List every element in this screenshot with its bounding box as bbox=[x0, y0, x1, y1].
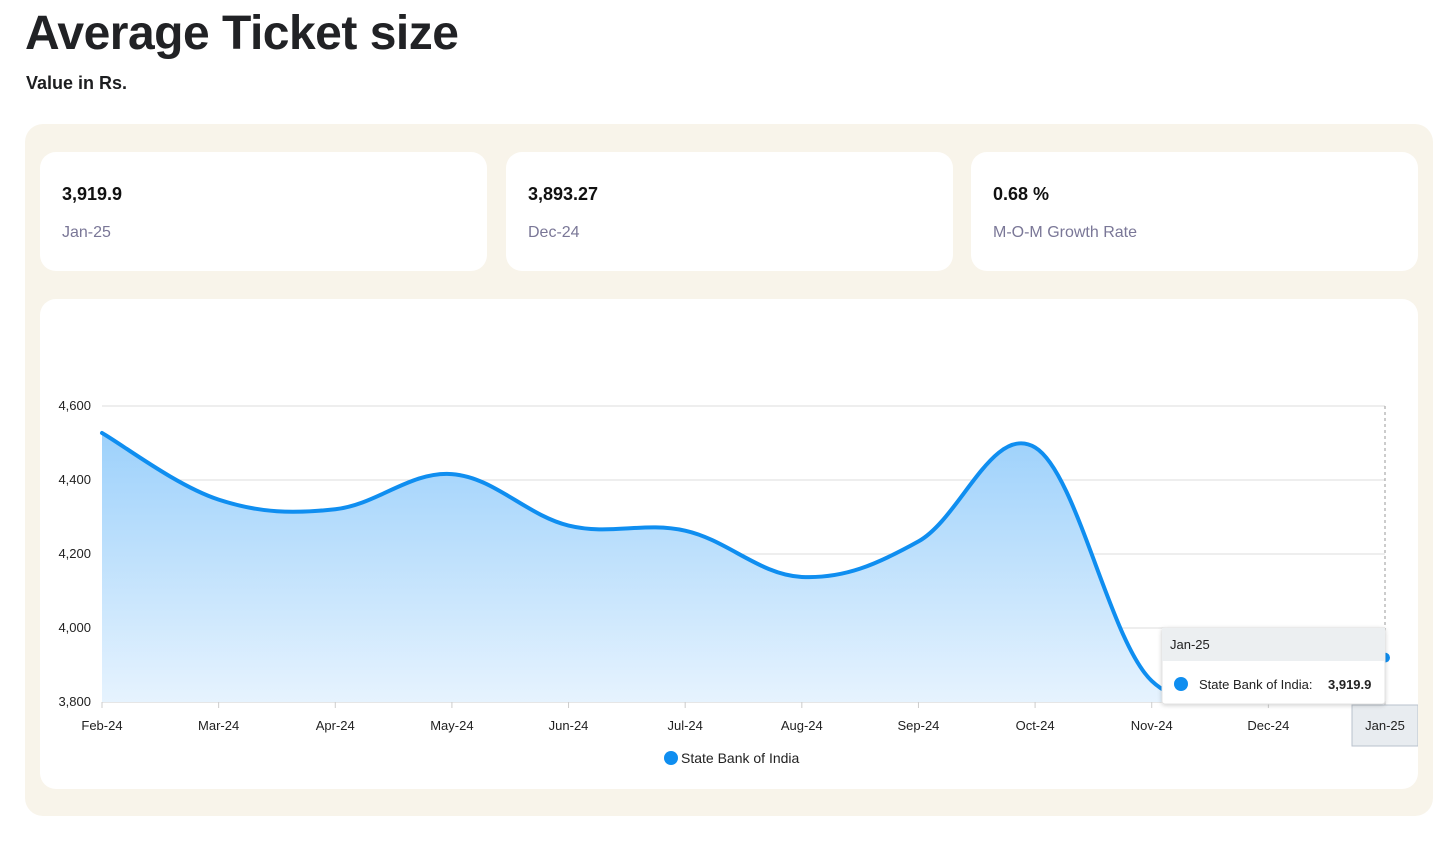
stat-label: Jan-25 bbox=[62, 224, 111, 241]
x-tick-label: Nov-24 bbox=[1131, 718, 1173, 733]
y-tick-label: 3,800 bbox=[58, 694, 91, 709]
y-tick-label: 4,400 bbox=[58, 472, 91, 487]
stat-value: 3,893.27 bbox=[528, 184, 599, 204]
page-subtitle: Value in Rs. bbox=[26, 73, 128, 93]
tooltip-series-marker bbox=[1174, 677, 1188, 691]
x-tick-label: Jun-24 bbox=[549, 718, 589, 733]
page-title: Average Ticket size bbox=[25, 7, 459, 60]
x-tick-label: May-24 bbox=[430, 718, 473, 733]
tooltip-value: 3,919.9 bbox=[1328, 677, 1371, 692]
dashboard-panel: 3,919.9 Jan-25 3,893.27 Dec-24 0.68 % M-… bbox=[25, 124, 1433, 816]
x-tick-label: Jan-25 bbox=[1365, 718, 1405, 733]
x-tick-label: Sep-24 bbox=[897, 718, 939, 733]
legend-label: State Bank of India bbox=[681, 750, 800, 766]
x-tick-label: Feb-24 bbox=[81, 718, 122, 733]
tooltip-series-label: State Bank of India: bbox=[1199, 677, 1312, 692]
tooltip-title: Jan-25 bbox=[1170, 637, 1210, 652]
stat-card-current: 3,919.9 Jan-25 bbox=[40, 152, 487, 271]
x-tick-label: Jul-24 bbox=[667, 718, 702, 733]
area-chart[interactable]: 4,600 4,400 4,200 4,000 3,800 Feb-24 Mar-24 Apr… bbox=[40, 299, 1418, 789]
chart-card: 4,600 4,400 4,200 4,000 3,800 Feb-24 Mar-24 Apr… bbox=[40, 299, 1418, 789]
stat-card-growth: 0.68 % M-O-M Growth Rate bbox=[971, 152, 1418, 271]
stat-label: Dec-24 bbox=[528, 224, 580, 241]
x-tick-label: Oct-24 bbox=[1016, 718, 1055, 733]
stat-card-previous: 3,893.27 Dec-24 bbox=[506, 152, 953, 271]
x-tick-label: Dec-24 bbox=[1247, 718, 1289, 733]
tooltip: Jan-25 State Bank of India: 3,919.9 bbox=[1161, 627, 1386, 705]
y-tick-label: 4,000 bbox=[58, 620, 91, 635]
stat-value: 0.68 % bbox=[993, 184, 1050, 204]
y-tick-label: 4,600 bbox=[58, 398, 91, 413]
stat-value: 3,919.9 bbox=[62, 184, 123, 204]
legend-marker bbox=[664, 751, 678, 765]
legend[interactable]: State Bank of India bbox=[664, 750, 800, 766]
x-tick-label: Mar-24 bbox=[198, 718, 239, 733]
stat-label: M-O-M Growth Rate bbox=[993, 224, 1138, 241]
y-tick-label: 4,200 bbox=[58, 546, 91, 561]
x-tick-label: Apr-24 bbox=[316, 718, 355, 733]
x-tick-label: Aug-24 bbox=[781, 718, 823, 733]
